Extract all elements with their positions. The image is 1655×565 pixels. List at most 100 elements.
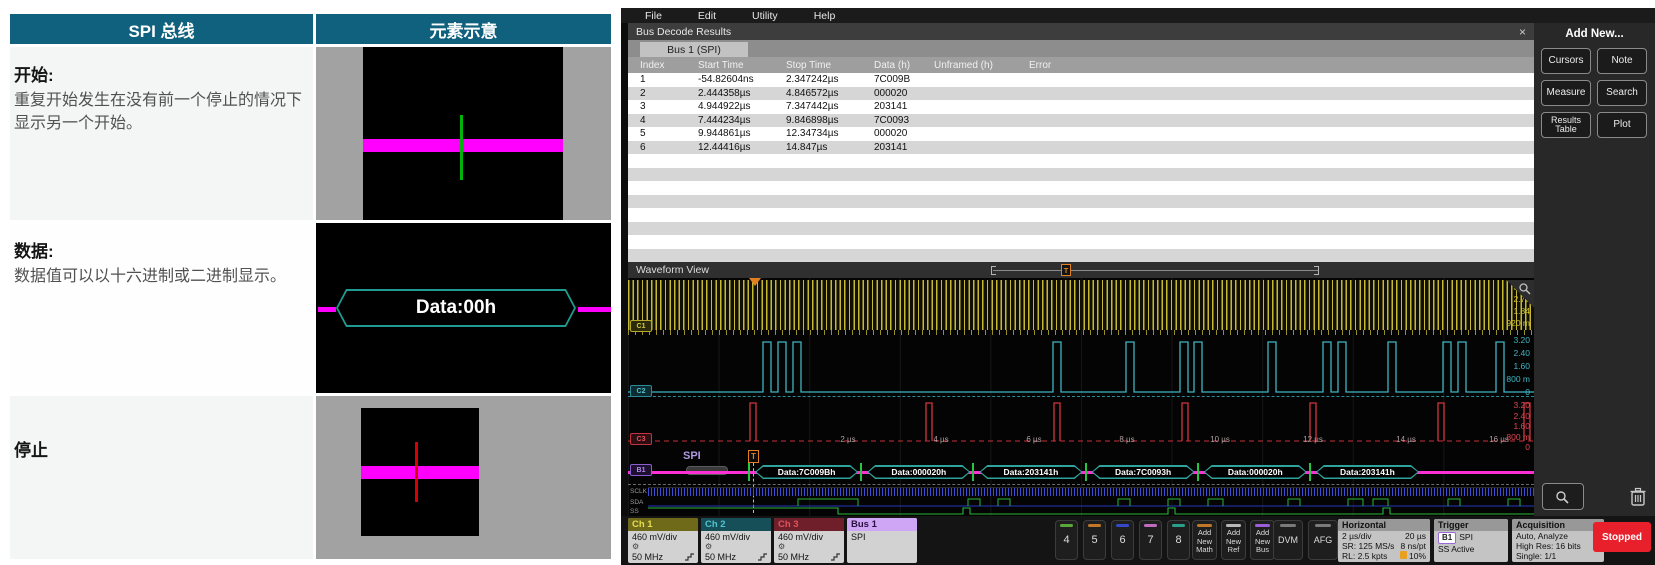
minimap-trigger-marker[interactable]: T [1061,264,1071,276]
col-stop-time: Stop Time [782,60,870,71]
bus-frame: Data:203141h [979,465,1082,479]
table-cell: 14.847µs [782,142,870,153]
menu-utility[interactable]: Utility [752,10,778,22]
table-cell: 7.347442µs [782,101,870,112]
bandwidth-icon [685,553,694,561]
trigger-time-marker[interactable]: T [748,450,759,463]
table-row-empty [628,249,1534,263]
waveform-view-title-bar: Waveform View T [628,262,1534,278]
sclk-waveform [648,487,1534,496]
table-row[interactable]: 612.44416µs14.847µs203141 [628,141,1534,155]
table-cell: 4.944922µs [694,101,782,112]
ch2-settings-badge[interactable]: Ch 2 460 mV/div ⚙ 50 MHz [701,518,771,563]
start-desc: 重复开始发生在没有前一个停止的情况下显示另一个开始。 [14,89,305,135]
stop-title: 停止 [14,436,305,461]
gear-icon: ⚙ [705,542,767,552]
gear-icon: ⚙ [778,542,840,552]
table-row-empty [628,235,1534,249]
table-row[interactable]: 34.944922µs7.347442µs203141 [628,100,1534,114]
zoom-tool-button[interactable] [1542,483,1584,510]
acquisition-panel[interactable]: Acquisition Auto, Analyze High Res: 16 b… [1512,519,1604,562]
channel-7-button[interactable]: 7 [1139,520,1162,560]
ch3-badge[interactable]: C3 [630,433,652,445]
trigger-panel[interactable]: Trigger B1 SPI SS Active [1434,519,1508,562]
digital-separator [628,484,1534,485]
table-row[interactable]: 59.944861µs12.34734µs000020 [628,127,1534,141]
afg-button[interactable]: AFG [1308,520,1338,560]
bus1-settings-badge[interactable]: Bus 1 SPI [847,518,917,563]
doc-row-start: 开始: 重复开始发生在没有前一个停止的情况下显示另一个开始。 [10,47,611,220]
horizontal-panel[interactable]: Horizontal 2 µs/div20 µs SR: 125 MS/s8 n… [1338,519,1430,562]
bus-decode-results-panel: Bus Decode Results × Bus 1 (SPI) Index S… [628,23,1534,262]
trigger-source-badge: B1 [1438,532,1456,544]
minimap-timeline[interactable] [993,270,1318,271]
ch2-badge[interactable]: C2 [630,385,652,397]
start-bus-line [363,139,563,152]
dvm-button[interactable]: DVM [1273,520,1303,560]
stop-text-cell: 停止 [10,396,313,559]
table-cell: 12.34734µs [782,128,870,139]
add-new-ref-button[interactable]: Add New Ref [1221,520,1246,560]
tab-bus1-spi[interactable]: Bus 1 (SPI) [640,42,748,57]
col-unframed: Unframed (h) [930,60,1025,71]
time-label: 12 µs [1303,435,1323,444]
stop-diagram-black-box [361,408,479,536]
menu-file[interactable]: File [645,10,662,22]
search-button[interactable]: Search [1597,80,1647,106]
table-cell: 2.347242µs [782,74,870,85]
doc-row-stop: 停止 [10,396,611,559]
channel-4-button[interactable]: 4 [1055,520,1078,560]
stop-marker-line [415,442,418,502]
stopped-status-button[interactable]: Stopped [1593,522,1651,552]
gear-icon: ⚙ [632,542,694,552]
waveform-view-title: Waveform View [636,264,709,276]
data-text-cell: 数据: 数据值可以以十六进制或二进制显示。 [10,223,313,393]
bus-decode-frames: Data:7C009Bh Data:000020h Data:203141h D… [755,465,1419,479]
trigger-position-icon [1400,551,1407,559]
col-error: Error [1025,60,1534,71]
ch1-badge[interactable]: C1 [630,320,652,332]
bus1-badge[interactable]: B1 [630,464,652,476]
start-text-cell: 开始: 重复开始发生在没有前一个停止的情况下显示另一个开始。 [10,47,313,220]
table-row[interactable]: 22.444358µs4.846572µs000020 [628,87,1534,101]
menu-bar: File Edit Utility Help [621,8,1655,23]
plot-button[interactable]: Plot [1597,112,1647,138]
cursors-button[interactable]: Cursors [1541,48,1591,74]
table-row-empty [628,154,1534,168]
table-cell: 7C0093 [870,115,930,126]
bus-frame: Data:000020h [867,465,970,479]
table-cell: 4.846572µs [782,88,870,99]
ch2-scale-labels: 3.202.40 1.60800 m 0 [1506,334,1530,399]
ch1-settings-badge[interactable]: Ch 1 460 mV/div ⚙ 50 MHz [628,518,698,563]
trigger-position-arrow[interactable] [749,278,761,286]
col-index: Index [636,60,694,71]
col-start-time: Start Time [694,60,782,71]
channel-8-button[interactable]: 8 [1167,520,1190,560]
magnifier-icon [1518,282,1532,296]
start-diagram [316,47,611,220]
menu-edit[interactable]: Edit [698,10,716,22]
ss-waveform [648,507,1534,515]
data-frame-hexagon: Data:00h [336,289,576,327]
ch1-clock-waveform [628,280,1534,330]
note-button[interactable]: Note [1597,48,1647,74]
close-icon[interactable]: × [1519,25,1526,39]
add-new-panel: Add New... Cursors Note Measure Search R… [1534,23,1655,516]
table-cell: 7C009B [870,74,930,85]
ch3-settings-badge[interactable]: Ch 3 460 mV/div ⚙ 50 MHz [774,518,844,563]
doc-col-spi-bus: SPI 总线 [10,14,313,44]
doc-table-header: SPI 总线 元素示意 [10,14,611,44]
measure-button[interactable]: Measure [1541,80,1591,106]
zoom-overlay-icon[interactable] [1506,280,1534,308]
trash-icon[interactable] [1629,487,1647,507]
channel-6-button[interactable]: 6 [1111,520,1134,560]
menu-help[interactable]: Help [814,10,836,22]
add-new-bus-button[interactable]: Add New Bus [1250,520,1275,560]
add-new-math-button[interactable]: Add New Math [1192,520,1217,560]
ch2-zero-line [628,396,1534,397]
channel-5-button[interactable]: 5 [1083,520,1106,560]
data-frame-label: Data:00h [336,289,576,327]
results-table-button[interactable]: Results Table [1541,112,1591,138]
table-row[interactable]: 1-54.82604ns2.347242µs7C009B [628,73,1534,87]
table-row[interactable]: 47.444234µs9.846898µs7C0093 [628,114,1534,128]
